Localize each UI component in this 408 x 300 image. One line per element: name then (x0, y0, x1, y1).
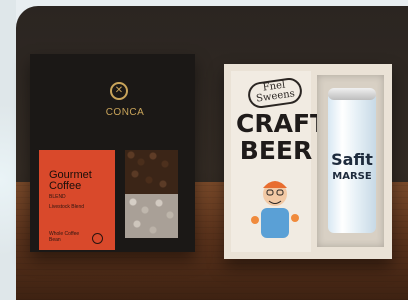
coffee-badge-icon (92, 233, 103, 244)
roasted-beans (125, 150, 178, 194)
product-photo-scene: ✕ CONCA Gourmet Coffee BLEND Livestock B… (0, 0, 408, 300)
coffee-small-text-3: Whole Coffee Bean (49, 231, 80, 243)
green-beans (125, 194, 178, 238)
beer-title-line-2: BEER (239, 136, 313, 165)
beer-can-lid (328, 88, 376, 100)
beer-title-line-1: CRAFT (236, 109, 328, 138)
coffee-product-title: Gourmet Coffee (49, 169, 92, 192)
can-text-line-2: MARSE (332, 171, 372, 182)
can-text-line-1: Safit (331, 150, 373, 169)
coffee-small-text-1: BLEND (49, 194, 66, 200)
coffee-bean-window (125, 150, 178, 238)
coffee-small-text-2: Livestock Blend (49, 204, 85, 210)
monogram-circle-icon: ✕ (110, 82, 128, 100)
cartoon-character-illustration (251, 181, 299, 238)
brand-name: CONCA (105, 107, 145, 118)
